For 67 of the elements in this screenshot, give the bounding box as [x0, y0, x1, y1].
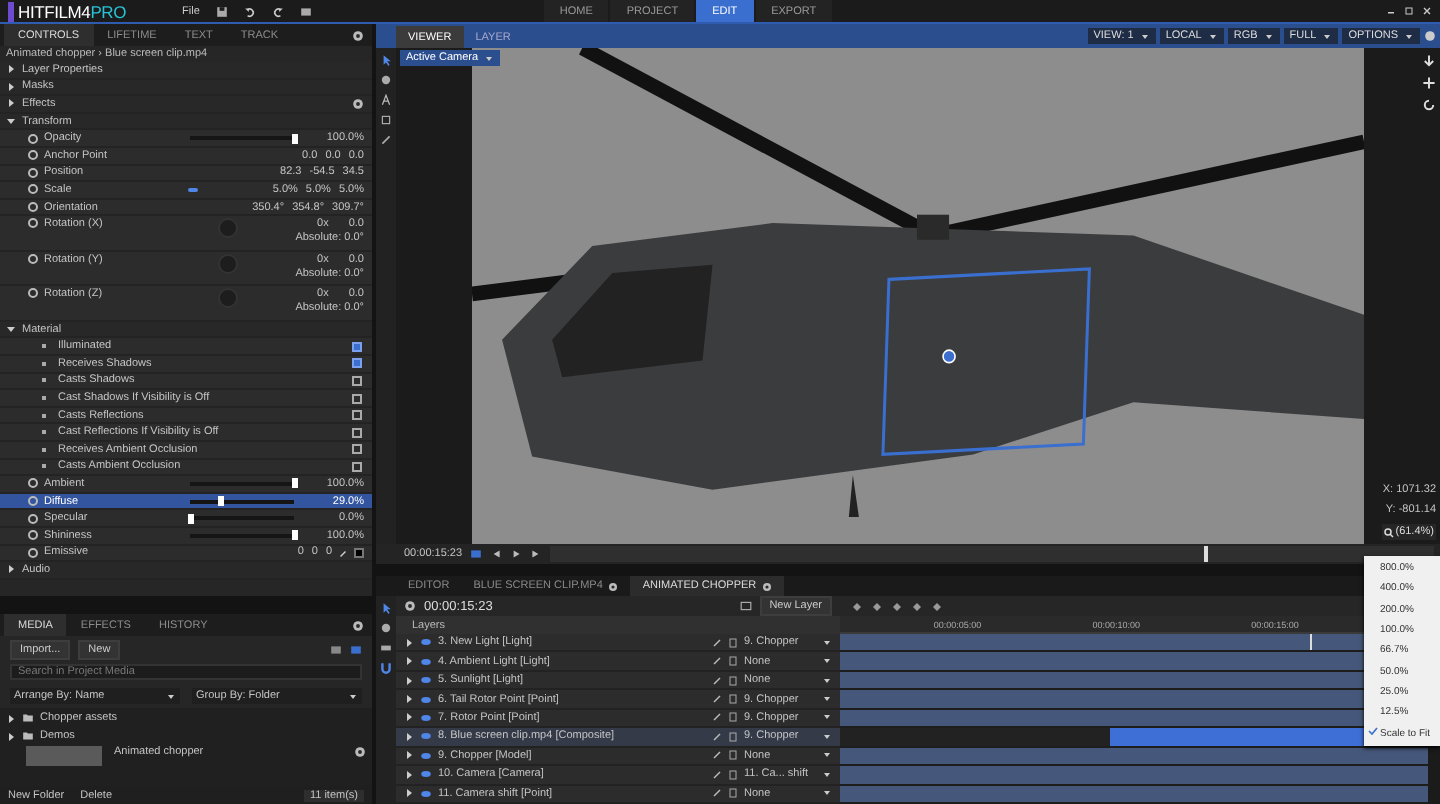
thumbnail-placeholder[interactable]: [26, 746, 102, 766]
checkbox[interactable]: [352, 461, 362, 472]
settings-icon[interactable]: [762, 581, 773, 591]
eyedropper-icon[interactable]: [338, 547, 348, 558]
move-icon[interactable]: [1422, 76, 1436, 90]
caret-icon[interactable]: [1322, 31, 1333, 41]
collapsed-arrow-icon[interactable]: [6, 64, 16, 75]
text-tool-icon[interactable]: [380, 94, 392, 106]
close-icon[interactable]: [1422, 6, 1432, 16]
app-logo: HITFILM4PRO: [8, 1, 127, 21]
slider-thumb[interactable]: [291, 133, 297, 144]
caret-icon[interactable]: [348, 691, 358, 701]
step-back-icon[interactable]: [490, 548, 503, 560]
slider-track[interactable]: [190, 499, 294, 504]
settings-icon[interactable]: [352, 97, 364, 110]
checkbox[interactable]: [352, 427, 362, 438]
search-icon: [1383, 527, 1394, 537]
slider-thumb[interactable]: [291, 478, 297, 489]
caret-icon[interactable]: [484, 53, 495, 63]
anchor-point-icon[interactable]: [942, 349, 956, 364]
checkbox[interactable]: [352, 375, 362, 386]
collapsed-arrow-icon[interactable]: [6, 81, 16, 92]
settings-icon[interactable]: [352, 29, 364, 41]
slider-thumb[interactable]: [291, 530, 297, 541]
step-forward-icon[interactable]: [530, 548, 543, 560]
keyframe-icon[interactable]: [28, 253, 38, 264]
caret-icon[interactable]: [166, 691, 176, 701]
checkbox[interactable]: [352, 341, 362, 352]
collapsed-arrow-icon[interactable]: [6, 98, 16, 109]
settings-icon[interactable]: [404, 600, 416, 612]
download-icon[interactable]: [1422, 54, 1436, 68]
select-tool-icon[interactable]: [380, 54, 392, 66]
redo-icon[interactable]: [271, 5, 284, 17]
magnet-icon[interactable]: [380, 662, 392, 674]
expanded-arrow-icon[interactable]: [6, 116, 16, 127]
checkbox[interactable]: [352, 358, 362, 369]
link-icon[interactable]: [188, 187, 199, 192]
undo-icon[interactable]: [243, 5, 256, 17]
checkmark-icon: [1368, 726, 1378, 737]
checkbox[interactable]: [352, 444, 362, 455]
save-icon[interactable]: [215, 5, 228, 17]
settings-icon[interactable]: [608, 581, 619, 591]
maximize-icon[interactable]: [1404, 6, 1414, 16]
caret-icon[interactable]: [1263, 31, 1274, 41]
expanded-arrow-icon[interactable]: [6, 324, 16, 335]
caret-icon[interactable]: [1139, 31, 1150, 41]
grid-view-icon[interactable]: [350, 644, 362, 656]
play-icon[interactable]: [510, 548, 523, 560]
list-view-icon[interactable]: [330, 644, 342, 656]
slider-thumb[interactable]: [187, 513, 193, 524]
checkbox[interactable]: [352, 393, 362, 404]
pen-tool-icon[interactable]: [380, 134, 392, 146]
mask-tool-icon[interactable]: [380, 114, 392, 126]
caret-icon[interactable]: [1404, 31, 1414, 41]
collapsed-arrow-icon[interactable]: [6, 564, 16, 575]
color-swatch[interactable]: [354, 547, 364, 558]
rotate-icon[interactable]: [1422, 98, 1436, 112]
checkbox[interactable]: [352, 410, 362, 421]
select-tool-icon[interactable]: [380, 602, 392, 614]
layer-clip[interactable]: [840, 766, 1428, 784]
keyframe-icon[interactable]: [28, 288, 38, 299]
caret-icon[interactable]: [1207, 31, 1218, 41]
selection-frame[interactable]: [881, 267, 1091, 456]
settings-icon[interactable]: [352, 619, 364, 631]
settings-icon[interactable]: [354, 746, 366, 758]
minimize-icon[interactable]: [1386, 6, 1396, 16]
slider-thumb[interactable]: [217, 496, 224, 507]
